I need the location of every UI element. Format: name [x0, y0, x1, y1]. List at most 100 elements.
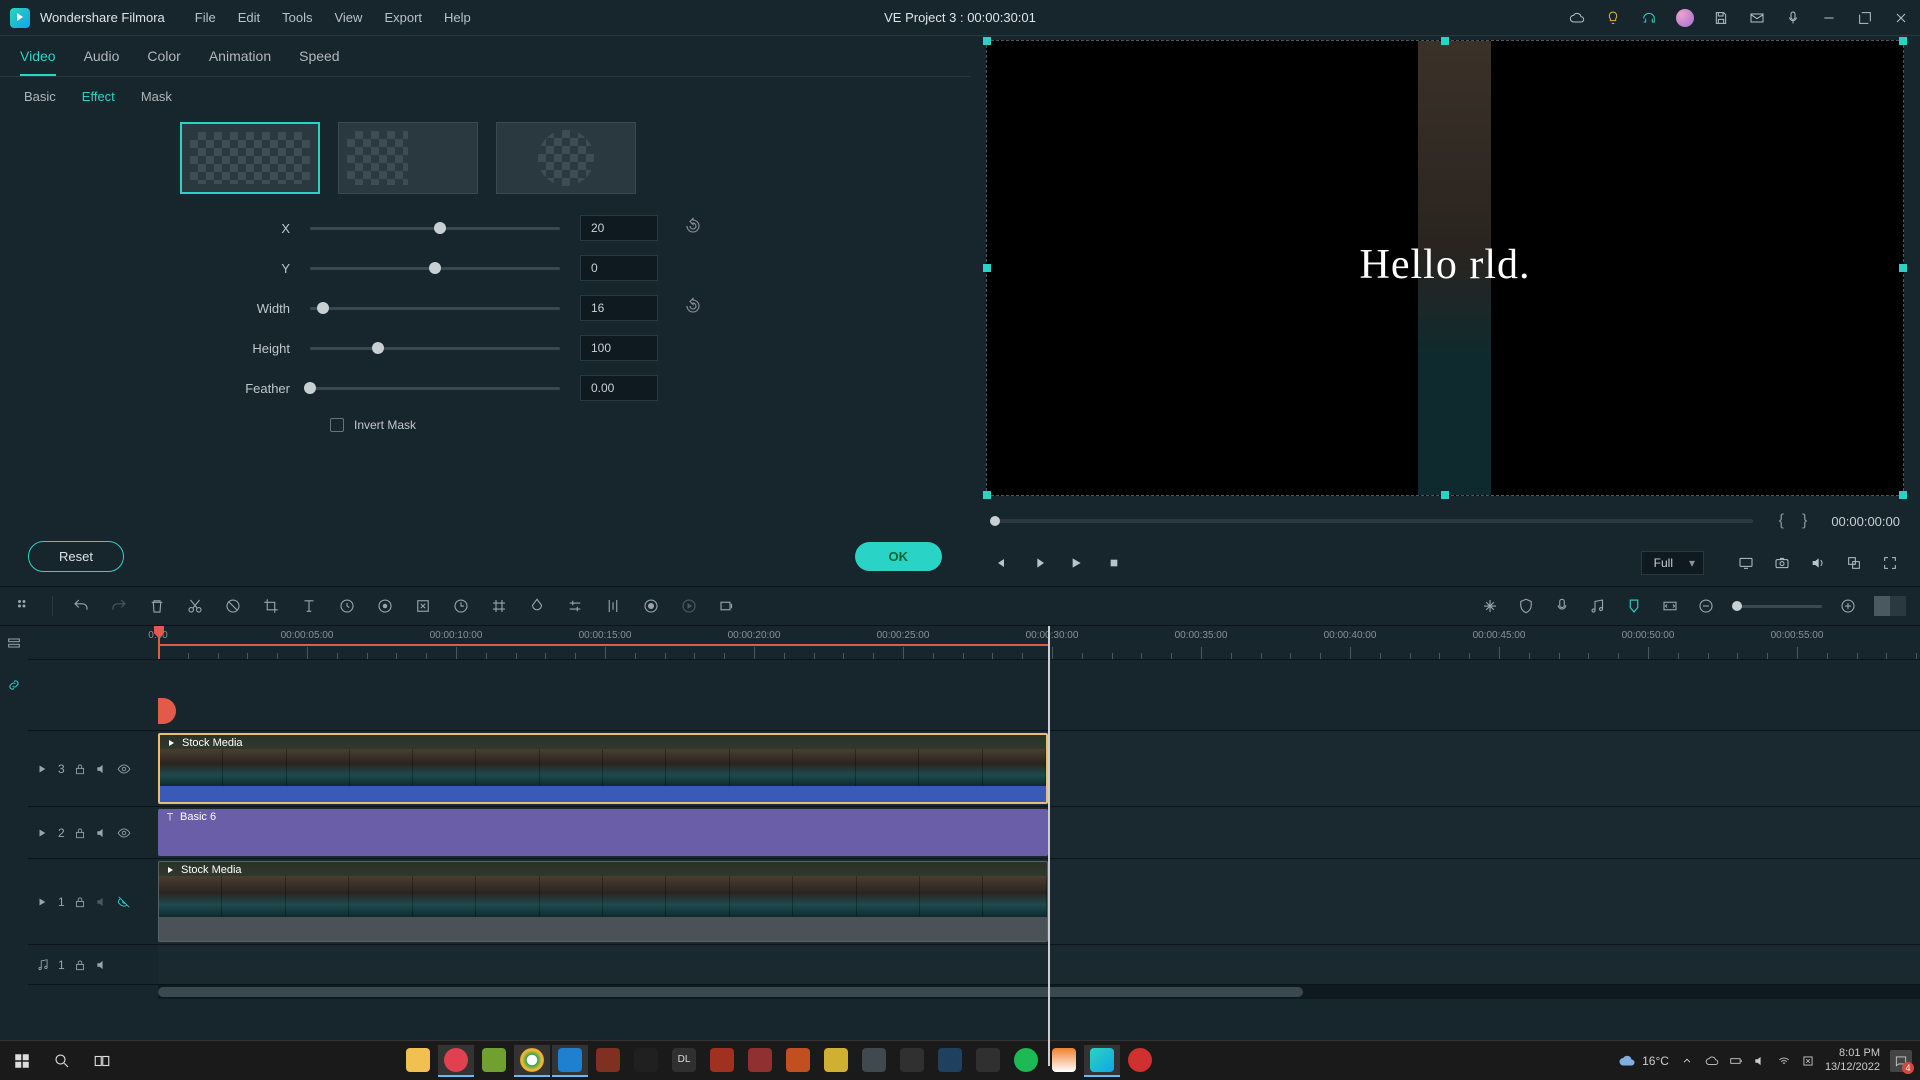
close-icon[interactable] [1892, 9, 1910, 27]
reset-wh-icon[interactable] [684, 297, 706, 319]
view-toggle[interactable] [1874, 596, 1906, 616]
preview-scrubber[interactable] [990, 519, 1753, 523]
zoom-slider[interactable] [1732, 605, 1822, 608]
taskview-icon[interactable] [88, 1047, 116, 1075]
subtab-basic[interactable]: Basic [24, 89, 56, 104]
slider-height-value[interactable]: 100 [580, 335, 658, 361]
sparkle-icon[interactable] [1480, 596, 1500, 616]
playhead[interactable] [158, 626, 160, 659]
record-icon[interactable] [641, 596, 661, 616]
playhead-end[interactable] [1048, 626, 1050, 1066]
taskbar-app[interactable] [552, 1045, 588, 1077]
taskbar-app[interactable] [742, 1045, 778, 1077]
play-button[interactable] [1066, 553, 1086, 573]
slider-y[interactable] [310, 267, 560, 270]
lock-icon[interactable] [73, 826, 87, 840]
slider-feather-value[interactable]: 0.00 [580, 375, 658, 401]
mark-out-button[interactable]: } [1798, 512, 1811, 530]
adjust-icon[interactable] [565, 596, 585, 616]
speed-icon[interactable] [337, 596, 357, 616]
export2-icon[interactable] [679, 596, 699, 616]
mute-icon[interactable] [95, 762, 109, 776]
crop-icon[interactable] [261, 596, 281, 616]
tray-onedrive-icon[interactable] [1705, 1054, 1719, 1068]
audio-adjust-icon[interactable] [603, 596, 623, 616]
mask-preset-circle[interactable] [496, 122, 636, 194]
menu-tools[interactable]: Tools [282, 10, 312, 25]
fit-icon[interactable] [1660, 596, 1680, 616]
taskbar-app[interactable] [818, 1045, 854, 1077]
slider-x[interactable] [310, 227, 560, 230]
invert-mask-checkbox[interactable] [330, 418, 344, 432]
cut-icon[interactable] [185, 596, 205, 616]
tab-speed[interactable]: Speed [299, 48, 339, 76]
start-button[interactable] [8, 1047, 36, 1075]
tl-manage-icon[interactable] [0, 628, 28, 658]
weather-widget[interactable]: 16°C [1618, 1052, 1669, 1070]
tab-video[interactable]: Video [20, 48, 56, 76]
render-icon[interactable] [717, 596, 737, 616]
play-pause-button[interactable] [1028, 553, 1048, 573]
export-icon[interactable] [1844, 553, 1864, 573]
taskbar-app[interactable] [1008, 1045, 1044, 1077]
mute-icon[interactable] [95, 895, 109, 909]
selection-handle[interactable] [1441, 37, 1449, 45]
system-clock[interactable]: 8:01 PM 13/12/2022 [1825, 1047, 1880, 1075]
taskbar-app[interactable] [856, 1045, 892, 1077]
ok-button[interactable]: OK [855, 542, 943, 571]
lightbulb-icon[interactable] [1604, 9, 1622, 27]
tab-animation[interactable]: Animation [209, 48, 271, 76]
stop-button[interactable] [1104, 553, 1124, 573]
mask-preset-full[interactable] [180, 122, 320, 194]
taskbar-app[interactable] [970, 1045, 1006, 1077]
subtab-effect[interactable]: Effect [82, 89, 115, 104]
taskbar-app-filmora[interactable] [1084, 1045, 1120, 1077]
tray-volume-icon[interactable] [1753, 1054, 1767, 1068]
reset-xy-icon[interactable] [684, 217, 706, 239]
selection-handle[interactable] [1899, 264, 1907, 272]
selection-handle[interactable] [1441, 491, 1449, 499]
snapshot-icon[interactable] [1772, 553, 1792, 573]
mail-icon[interactable] [1748, 9, 1766, 27]
menu-help[interactable]: Help [444, 10, 471, 25]
greenscreen-icon[interactable] [413, 596, 433, 616]
fullscreen-icon[interactable] [1880, 553, 1900, 573]
menu-file[interactable]: File [195, 10, 216, 25]
taskbar-app[interactable] [476, 1045, 512, 1077]
taskbar-app[interactable] [704, 1045, 740, 1077]
display-icon[interactable] [1736, 553, 1756, 573]
grid-icon[interactable] [14, 596, 34, 616]
subtab-mask[interactable]: Mask [141, 89, 172, 104]
visibility-icon[interactable] [117, 826, 131, 840]
menu-view[interactable]: View [334, 10, 362, 25]
lock-icon[interactable] [73, 895, 87, 909]
marker-icon[interactable] [158, 698, 176, 724]
slider-width[interactable] [310, 307, 560, 310]
voice-icon[interactable] [1552, 596, 1572, 616]
tab-audio[interactable]: Audio [84, 48, 120, 76]
redo-icon[interactable] [109, 596, 129, 616]
selection-handle[interactable] [1899, 491, 1907, 499]
keyframe-icon[interactable] [489, 596, 509, 616]
clip-video-1[interactable]: Stock Media [158, 733, 1048, 804]
maximize-icon[interactable] [1856, 9, 1874, 27]
mute-icon[interactable] [95, 958, 109, 972]
tray-wifi-icon[interactable] [1777, 1054, 1791, 1068]
delete-icon[interactable] [147, 596, 167, 616]
prev-frame-button[interactable] [990, 553, 1010, 573]
slider-y-value[interactable]: 0 [580, 255, 658, 281]
taskbar-app[interactable] [780, 1045, 816, 1077]
color-icon[interactable] [375, 596, 395, 616]
mask-preset-half[interactable] [338, 122, 478, 194]
profile-avatar-icon[interactable] [1676, 9, 1694, 27]
search-icon[interactable] [48, 1047, 76, 1075]
taskbar-app[interactable]: DL [666, 1045, 702, 1077]
slider-feather[interactable] [310, 387, 560, 390]
clip-title[interactable]: Basic 6 [158, 809, 1048, 856]
selection-handle[interactable] [983, 37, 991, 45]
taskbar-app[interactable] [590, 1045, 626, 1077]
taskbar-app[interactable] [514, 1045, 550, 1077]
timeline-ruler[interactable]: 0:0000:00:05:0000:00:10:0000:00:15:0000:… [28, 626, 1920, 660]
selection-handle[interactable] [983, 264, 991, 272]
taskbar-app[interactable] [1122, 1045, 1158, 1077]
